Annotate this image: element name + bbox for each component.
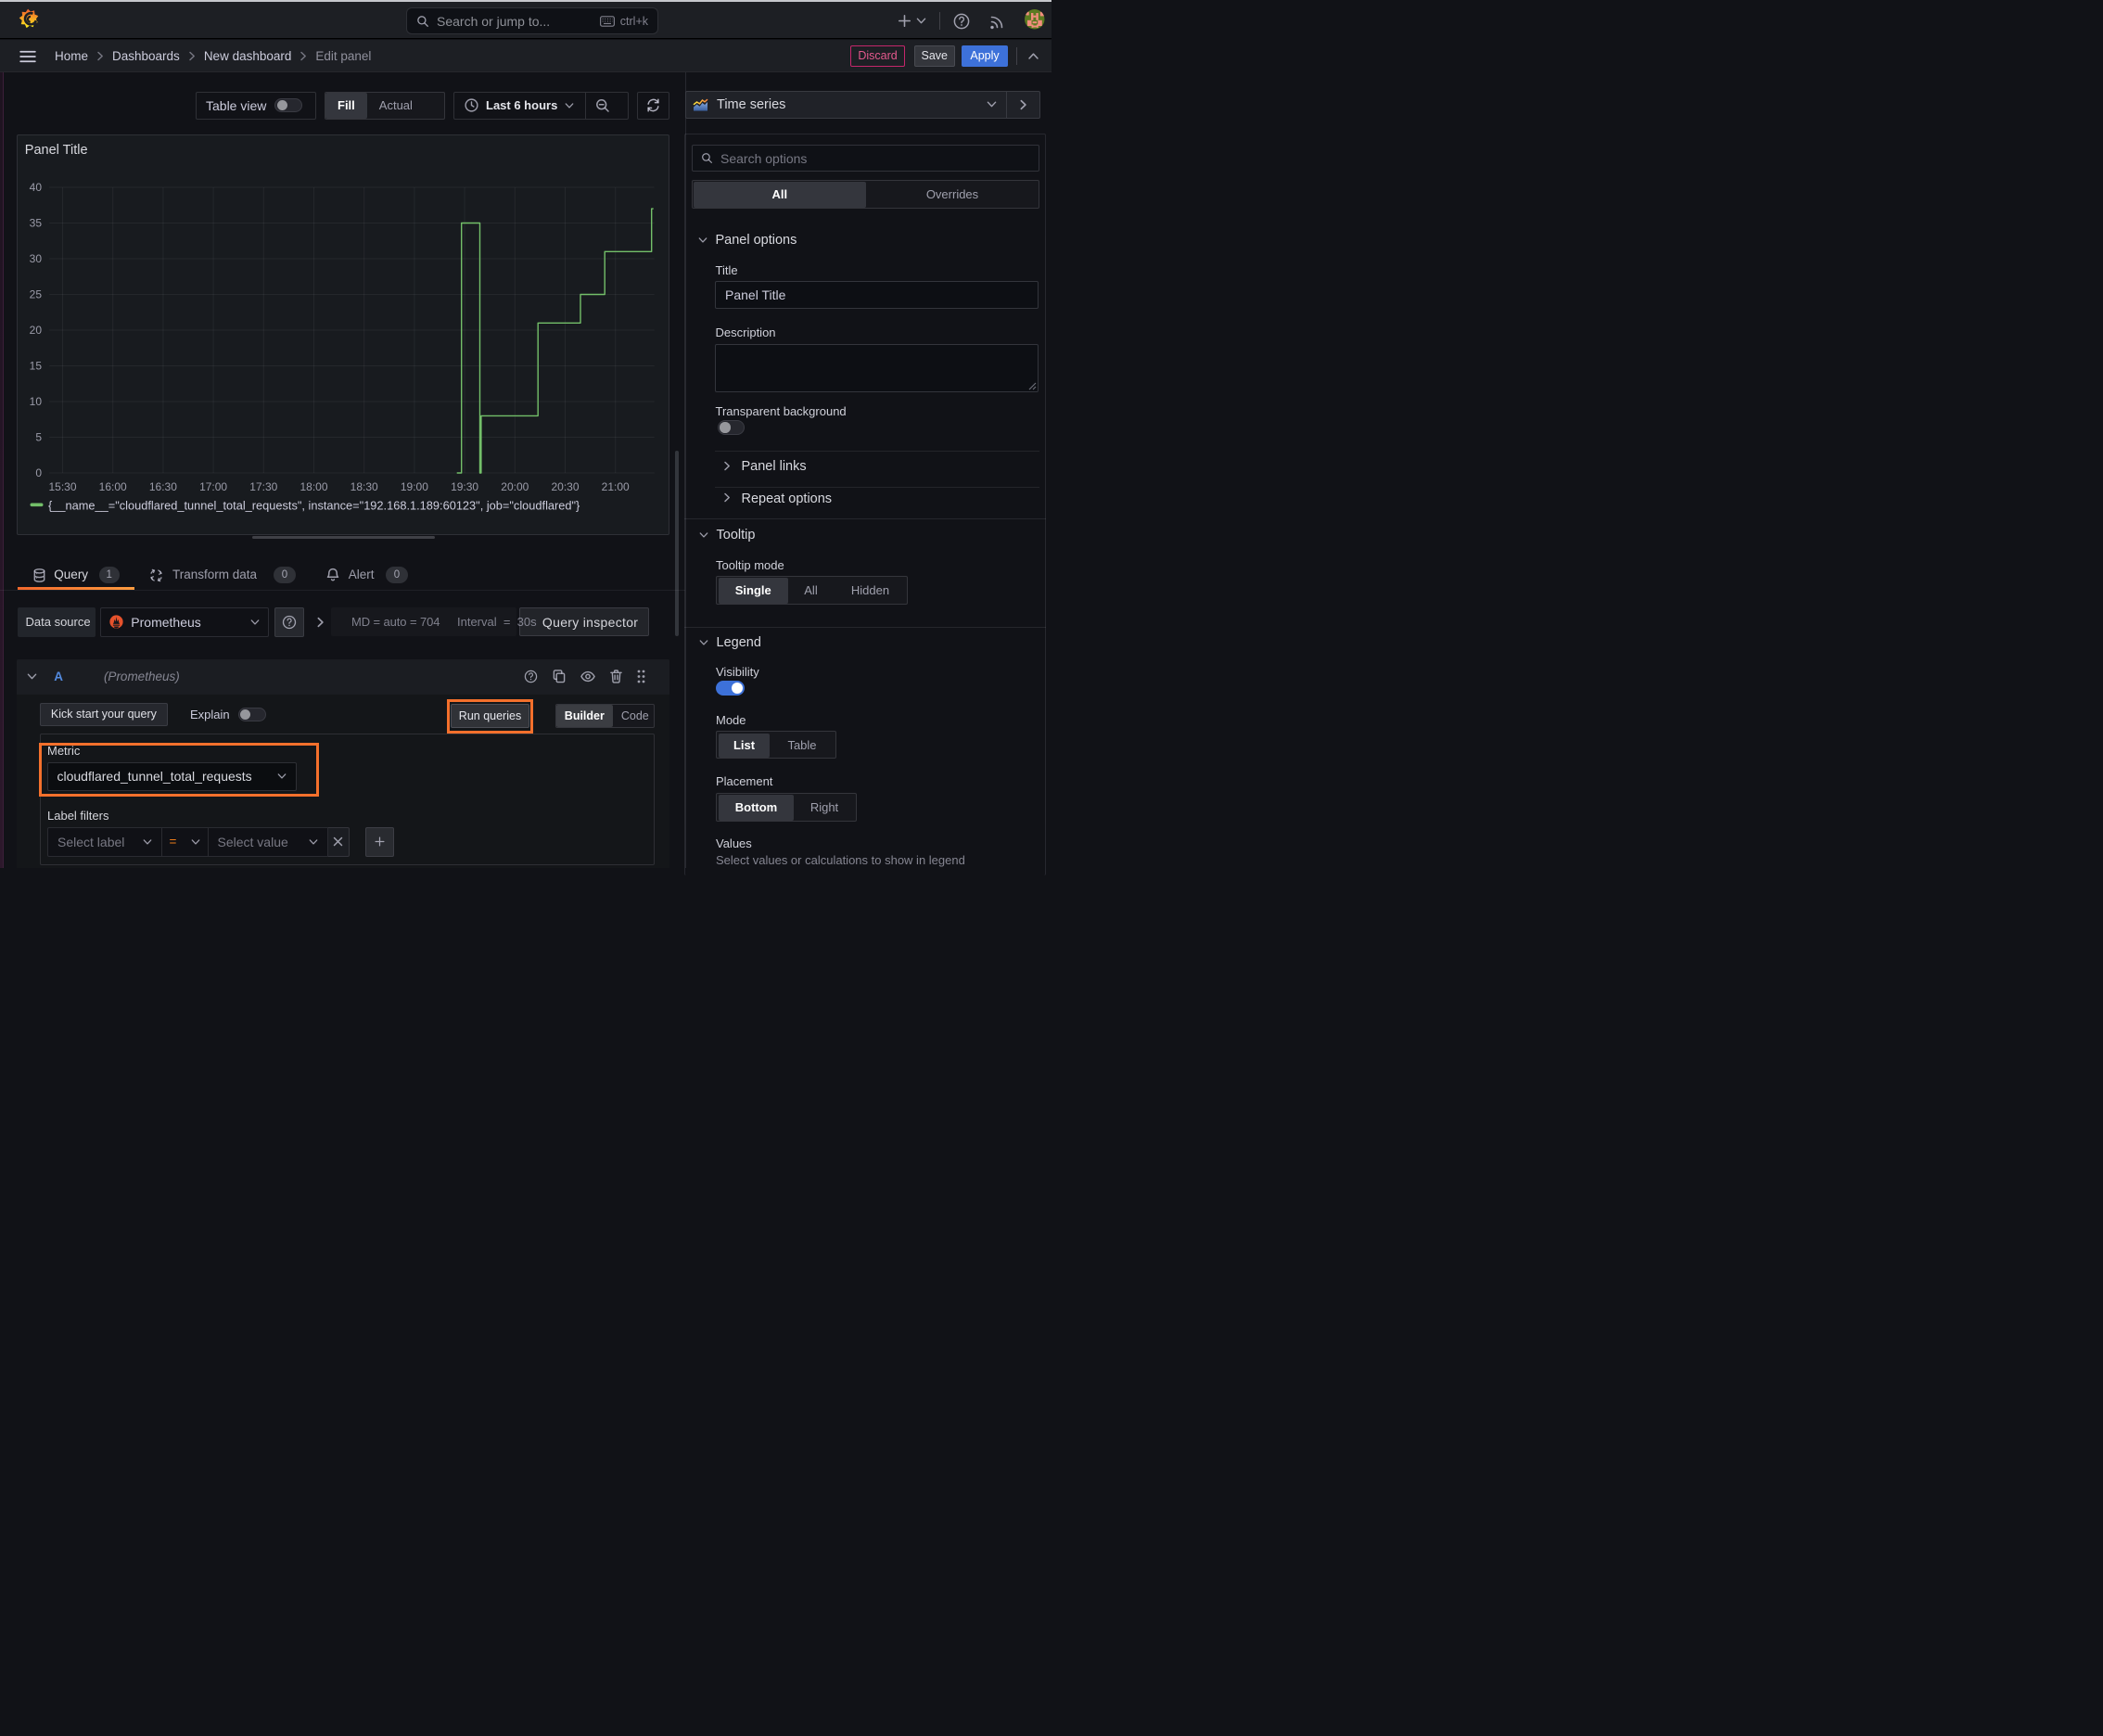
svg-text:15: 15 <box>30 359 43 372</box>
svg-text:20:30: 20:30 <box>552 480 580 493</box>
svg-text:18:00: 18:00 <box>300 480 328 493</box>
svg-text:16:30: 16:30 <box>149 480 177 493</box>
svg-text:19:30: 19:30 <box>451 480 478 493</box>
svg-text:18:30: 18:30 <box>350 480 378 493</box>
svg-text:17:00: 17:00 <box>199 480 227 493</box>
svg-text:35: 35 <box>30 216 43 229</box>
svg-text:40: 40 <box>30 181 43 194</box>
svg-text:16:00: 16:00 <box>99 480 127 493</box>
svg-text:20:00: 20:00 <box>502 480 529 493</box>
svg-text:0: 0 <box>36 466 43 479</box>
svg-text:10: 10 <box>30 395 43 408</box>
svg-text:15:30: 15:30 <box>49 480 77 493</box>
svg-text:17:30: 17:30 <box>250 480 278 493</box>
svg-text:25: 25 <box>30 287 43 300</box>
svg-text:5: 5 <box>36 430 43 443</box>
svg-text:{__name__="cloudflared_tunnel_: {__name__="cloudflared_tunnel_total_requ… <box>48 499 580 513</box>
svg-text:20: 20 <box>30 324 43 337</box>
svg-text:21:00: 21:00 <box>602 480 630 493</box>
svg-text:19:00: 19:00 <box>401 480 428 493</box>
svg-text:30: 30 <box>30 252 43 265</box>
